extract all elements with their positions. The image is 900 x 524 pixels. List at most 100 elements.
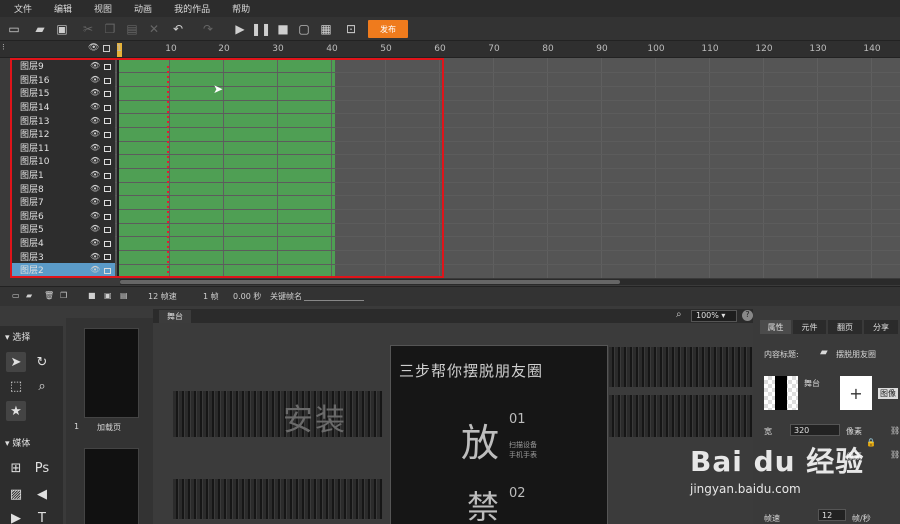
timeline-status-bar: ▭ ▰ 🗑 ❐ ■ ▣ ▤ 12 帧速 1 帧 0.00 秒 关键帧名 (0, 286, 900, 306)
content-title-value[interactable]: 摆脱朋友圈 (836, 349, 876, 360)
undo-icon[interactable]: ↶ (170, 21, 186, 37)
watermark-url: jingyan.baidu.com (690, 482, 801, 496)
ruler-tick: 130 (809, 44, 827, 54)
menu-file[interactable]: 文件 (0, 2, 32, 15)
lock-header-icon (103, 45, 110, 52)
stage-canvas[interactable]: 三步帮你摆脱朋友圈 放 01 扫描设备 手机手表 禁 02 (390, 345, 608, 524)
image-label[interactable]: 图像 (878, 388, 898, 399)
tab-components[interactable]: 元件 (793, 320, 826, 334)
link-icon[interactable]: ⛓ (890, 450, 900, 459)
canvas-big-char: 放 (461, 421, 500, 465)
grid-icon[interactable]: ⊞ (6, 458, 26, 478)
tools-panel: ▾ 选择 ➤ ↻ ⬚ ⌕ ★ ▾ 媒体 ⊞ Ps ▨ ◀ ▶ T (0, 326, 63, 524)
content-title-icon: ▰ (820, 347, 828, 358)
zoom-icon[interactable]: ⌕ (32, 376, 52, 396)
star-frame-icon[interactable]: ★ (6, 401, 26, 421)
content-title-label: 内容标题: (764, 350, 799, 359)
canvas-number: 01 (509, 412, 526, 427)
background-text: 安装 (283, 403, 347, 438)
pause-icon[interactable]: ❚❚ (251, 21, 271, 37)
highlight-box (10, 58, 444, 278)
copy-icon[interactable]: ❐ (102, 21, 118, 37)
menu-my-works[interactable]: 我的作品 (160, 2, 210, 15)
ruler-tick: 90 (596, 44, 608, 54)
fps-unit: 帧/秒 (852, 514, 871, 523)
watermark: Bai du 经验 jingyan.baidu.com (690, 440, 864, 496)
paste-icon[interactable]: ▤ (124, 21, 140, 37)
section-media-label: ▾ 媒体 (5, 439, 31, 449)
new-file-icon[interactable]: ▭ (6, 21, 22, 37)
help-icon[interactable]: ? (742, 310, 753, 321)
preview-icon[interactable]: ▢ (296, 21, 312, 37)
canvas-small-text: 手机手表 (509, 451, 537, 459)
ruler-tick: 120 (755, 44, 773, 54)
page-thumbnail[interactable] (84, 448, 139, 524)
new-layer-icon[interactable]: ▭ (12, 291, 20, 300)
frame-copy-icon[interactable]: ▣ (104, 291, 112, 300)
width-unit: 像素 (846, 427, 862, 436)
subselect-icon[interactable]: ↻ (32, 352, 52, 372)
duplicate-icon[interactable]: ❐ (60, 291, 67, 300)
audio-icon[interactable]: ◀ (32, 484, 52, 504)
menu-view[interactable]: 视图 (80, 2, 112, 15)
delete-icon[interactable]: ✕ (146, 21, 162, 37)
canvas-big-char: 禁 (467, 488, 500, 524)
save-icon[interactable]: ▣ (54, 21, 70, 37)
ruler-tick: 10 (165, 44, 177, 54)
stage-area[interactable]: 安装 三步帮你摆脱朋友圈 放 01 扫描设备 手机手表 禁 02 (153, 323, 753, 524)
menu-help[interactable]: 帮助 (218, 2, 250, 15)
ruler-tick: 60 (434, 44, 446, 54)
video-icon[interactable]: ▶ (6, 508, 26, 524)
tab-pageflip[interactable]: 翻页 (828, 320, 862, 334)
ruler-tick: 70 (488, 44, 500, 54)
folder-icon[interactable]: ▰ (26, 291, 32, 300)
frame-icon[interactable]: ■ (88, 291, 96, 300)
ruler-tick: 1 (116, 44, 122, 54)
redo-icon[interactable]: ↷ (200, 21, 216, 37)
toolbar: ▭ ▰ ▣ ✂ ❐ ▤ ✕ ↶ ↷ ▶ ❚❚ ■ ▢ ▦ ⊡ 发布 (0, 17, 900, 41)
photoshop-icon[interactable]: Ps (32, 458, 52, 478)
stop-icon[interactable]: ■ (275, 21, 291, 37)
ruler-tick: 140 (863, 44, 881, 54)
fps-label: 帧速 (764, 514, 780, 523)
cut-icon[interactable]: ✂ (80, 21, 96, 37)
page-number: 1 (74, 422, 80, 431)
canvas-number: 02 (509, 486, 526, 501)
timeline-scrollbar[interactable] (120, 279, 900, 285)
keyframe-name-field[interactable] (304, 300, 364, 301)
frame-paste-icon[interactable]: ▤ (120, 291, 128, 300)
add-image-button[interactable]: + (840, 376, 872, 410)
tab-share[interactable]: 分享 (864, 320, 898, 334)
image-icon[interactable]: ▨ (6, 484, 26, 504)
app-window: 文件 编辑 视图 动画 我的作品 帮助 ▭ ▰ ▣ ✂ ❐ ▤ ✕ ↶ ↷ ▶ … (0, 0, 900, 524)
stage-preview (764, 376, 798, 410)
visibility-header-icon: 👁 (88, 43, 100, 53)
export-icon[interactable]: ⊡ (343, 21, 359, 37)
zoom-select[interactable]: 100% ▾ (691, 310, 737, 322)
zoom-search-icon[interactable]: ⌕ (676, 309, 682, 320)
link-icon[interactable]: ⛓ (890, 426, 900, 435)
menu-animation[interactable]: 动画 (120, 2, 152, 15)
timeline-options-icon[interactable]: ⁝ (2, 43, 5, 53)
ruler-tick: 80 (542, 44, 554, 54)
transform-icon[interactable]: ⬚ (6, 376, 26, 396)
play-icon[interactable]: ▶ (232, 21, 248, 37)
page-thumbnail[interactable] (84, 328, 139, 418)
qr-code-icon[interactable]: ▦ (318, 21, 334, 37)
fps-input[interactable]: 12 (818, 509, 846, 521)
publish-button[interactable]: 发布 (368, 20, 408, 38)
ruler-tick: 40 (326, 44, 338, 54)
ruler-tick: 20 (218, 44, 230, 54)
frame-readout: 1 帧 (203, 292, 219, 301)
canvas-small-text: 扫描设备 (509, 441, 537, 449)
open-folder-icon[interactable]: ▰ (32, 21, 48, 37)
text-icon[interactable]: T (32, 508, 52, 524)
trash-icon[interactable]: 🗑 (44, 291, 54, 300)
width-input[interactable]: 320 (790, 424, 840, 436)
tab-stage[interactable]: 舞台 (159, 310, 191, 323)
timeline-ruler[interactable]: ⁝ 👁 1 10 20 30 40 50 60 70 80 90 100 110… (0, 41, 900, 58)
lock-ratio-icon[interactable]: 🔒 (866, 438, 876, 447)
select-arrow-icon[interactable]: ➤ (6, 352, 26, 372)
tab-properties[interactable]: 属性 (760, 320, 791, 334)
menu-edit[interactable]: 编辑 (40, 2, 72, 15)
